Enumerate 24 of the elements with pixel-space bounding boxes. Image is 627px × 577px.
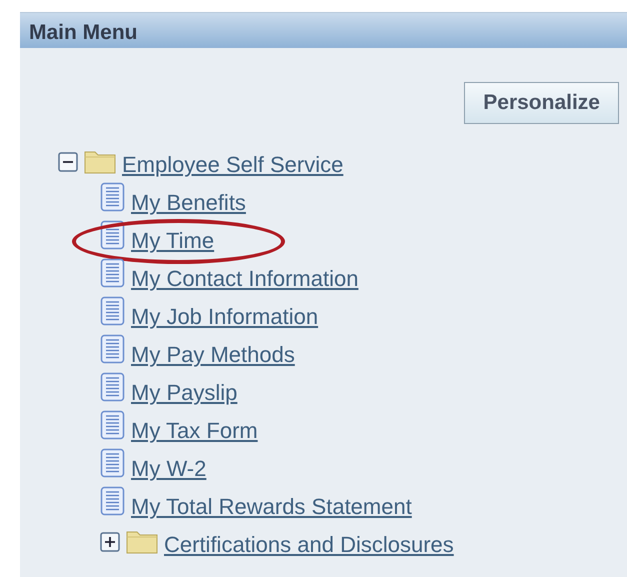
document-icon xyxy=(100,182,125,212)
menu-link[interactable]: Certifications and Disclosures xyxy=(164,533,454,558)
menu-link[interactable]: My Total Rewards Statement xyxy=(131,495,412,520)
menu-link[interactable]: My Tax Form xyxy=(131,419,258,444)
menu-link[interactable]: Employee Self Service xyxy=(122,153,344,178)
panel-header: Main Menu xyxy=(20,12,627,48)
document-icon xyxy=(100,334,125,364)
menu-link[interactable]: My Pay Methods xyxy=(131,343,295,368)
collapse-icon[interactable] xyxy=(58,152,78,172)
expand-icon[interactable] xyxy=(100,532,120,552)
menu-link[interactable]: My Contact Information xyxy=(131,267,358,292)
document-icon xyxy=(100,296,125,326)
menu-link[interactable]: My Payslip xyxy=(131,381,238,406)
personalize-button[interactable]: Personalize xyxy=(464,82,619,124)
document-icon xyxy=(100,258,125,288)
menu-link[interactable]: My Time xyxy=(131,229,214,254)
document-icon xyxy=(100,486,125,516)
document-icon xyxy=(100,372,125,402)
document-icon xyxy=(100,410,125,440)
document-icon xyxy=(100,448,125,478)
menu-link[interactable]: My Job Information xyxy=(131,305,318,330)
document-icon xyxy=(100,220,125,250)
menu-link[interactable]: My Benefits xyxy=(131,191,246,216)
menu-link[interactable]: My W-2 xyxy=(131,457,206,482)
